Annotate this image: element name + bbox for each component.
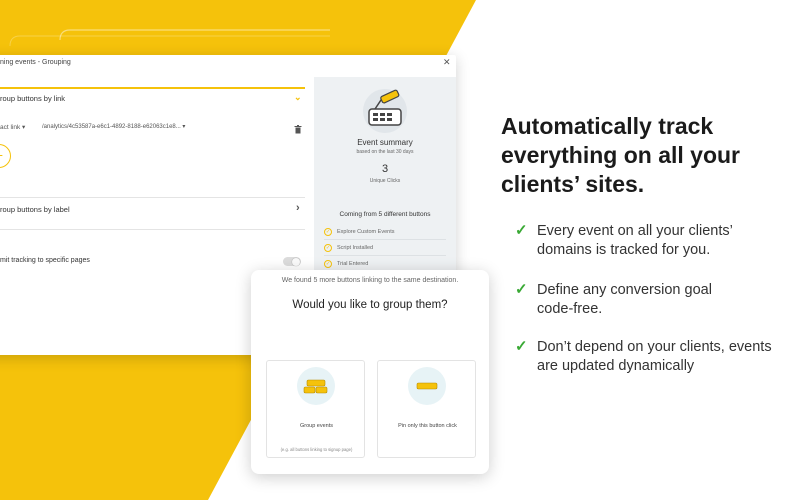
option-label: Pin only this button click [398,423,457,429]
check-icon: ✓ [515,281,528,298]
check-circle-icon: ✓ [324,244,332,252]
summary-subtitle: based on the last 30 days [356,149,414,155]
headline-line: Automatically track [501,113,714,139]
option-hint: (e.g. all buttons linking to signup page… [280,447,353,452]
dialog-title: Would you like to group them? [292,299,448,311]
option-label: Group events [299,423,334,429]
chevron-right-icon[interactable]: › [296,202,300,214]
group-by-label-title[interactable]: roup buttons by label [0,205,70,214]
check-circle-icon: ✓ [324,228,332,236]
source-item: ✓ Trial Entered [324,260,369,268]
group-suggestion-dialog: We found 5 more buttons linking to the s… [251,270,489,474]
dialog-subtitle: We found 5 more buttons linking to the s… [281,277,459,284]
headline-line: clients’ sites. [501,171,645,197]
feature-item: ✓ Don’t depend on your clients, events a… [515,338,772,374]
summary-title: Event summary [357,138,413,147]
promo-canvas: ning events - Grouping ✕ roup buttons by… [0,0,800,500]
unique-clicks-count: 3 [381,163,389,175]
unique-clicks-label: Unique Clicks [369,178,401,184]
check-icon: ✓ [515,222,528,239]
group-events-option[interactable]: Group events (e.g. all buttons linking t… [266,360,365,458]
group-by-link-section: roup buttons by link ⌄ act link ▾ /analy… [0,87,305,197]
source-item: ✓ Script Installed [324,244,374,252]
section-divider [0,197,305,198]
section-divider [0,229,305,230]
headline: Automatically track everything on all yo… [501,112,797,199]
source-divider [324,255,446,256]
source-divider [324,239,446,240]
pin-single-option[interactable]: Pin only this button click [377,360,476,458]
url-select[interactable]: /analytics/4c53587a-e6c1-4892-8188-e6206… [42,123,185,130]
source-item: ✓ Explore Custom Events [324,228,395,236]
limit-tracking-toggle[interactable] [283,257,301,266]
plus-icon[interactable]: + [0,144,11,168]
headline-line: everything on all your [501,142,740,168]
coming-from-label: Coming from 5 different buttons [339,211,431,218]
feature-item: ✓ Define any conversion goal code-free. [515,281,712,317]
stacked-bars-icon [297,367,335,405]
close-icon[interactable]: ✕ [443,57,451,68]
limit-tracking-title: mit tracking to specific pages [0,257,90,264]
trash-icon[interactable] [294,121,302,134]
chevron-down-icon[interactable]: ⌄ [294,92,302,103]
event-summary-illustration-icon [355,87,415,140]
check-icon: ✓ [515,338,528,355]
match-type-select[interactable]: act link ▾ [0,123,25,131]
single-bar-icon [408,367,446,405]
check-circle-icon: ✓ [324,260,332,268]
feature-item: ✓ Every event on all your clients’ domai… [515,222,733,258]
window-title: ning events - Grouping [0,59,71,66]
group-by-link-title[interactable]: roup buttons by link [0,94,65,103]
